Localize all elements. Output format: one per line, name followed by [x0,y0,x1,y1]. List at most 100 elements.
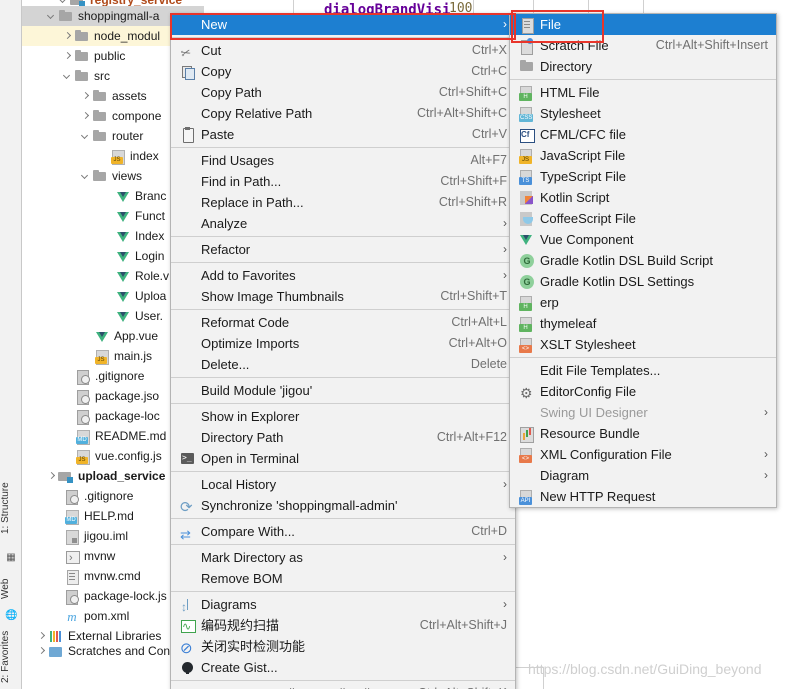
menu-item-copy-path[interactable]: Copy Path Ctrl+Shift+C [171,82,515,103]
submenu-item-label: Swing UI Designer [540,405,648,420]
submenu-item-label: Scratch File [540,38,609,53]
menu-item-optimize-imports[interactable]: Optimize Imports Ctrl+Alt+O [171,333,515,354]
submenu-item-coffeescript-file[interactable]: CoffeeScript File [510,208,776,229]
cut-icon [179,43,197,59]
config-file-icon [75,409,91,425]
tree-item-label: pom.xml [84,609,130,623]
copy-icon [179,64,197,80]
submenu-item-vue-component[interactable]: Vue Component [510,229,776,250]
menu-item-find-in-path[interactable]: Find in Path... Ctrl+Shift+F [171,171,515,192]
menu-item-refactor[interactable]: Refactor › [171,239,515,260]
folder-icon [92,109,108,124]
no-icon [179,289,197,305]
menu-separator [171,309,515,310]
menu-item-cut[interactable]: Cut Ctrl+X [171,40,515,61]
menu-item-delete[interactable]: Delete... Delete [171,354,515,375]
menu-item-code-scan[interactable]: 编码规约扫描 Ctrl+Alt+Shift+J [171,615,515,638]
tool-window-web[interactable]: Web [0,572,22,606]
menu-item-label: Build Module 'jigou' [201,383,313,398]
chevron-right-icon[interactable] [80,91,91,102]
menu-item-copy[interactable]: Copy Ctrl+C [171,61,515,82]
submenu-item-xml-configuration-file[interactable]: <> XML Configuration File › [510,444,776,465]
submenu-item-scratch-file[interactable]: Scratch File Ctrl+Alt+Shift+Insert [510,35,776,56]
chevron-right-icon[interactable] [62,51,73,62]
menu-item-label: Local History [201,477,277,492]
chevron-right-icon[interactable] [36,646,47,657]
submenu-item-editorconfig-file[interactable]: EditorConfig File [510,381,776,404]
cfml-file-icon [518,127,536,143]
tree-item-label: .gitignore [95,369,145,383]
chevron-down-icon[interactable] [46,11,57,22]
submenu-item-cfml-file[interactable]: CFML/CFC file [510,124,776,145]
submenu-item-file[interactable]: File [510,14,776,35]
submenu-item-gradle-settings[interactable]: Gradle Kotlin DSL Settings [510,271,776,292]
menu-item-replace-in-path[interactable]: Replace in Path... Ctrl+Shift+R [171,192,515,213]
no-icon [179,336,197,352]
menu-item-show-image-thumbnails[interactable]: Show Image Thumbnails Ctrl+Shift+T [171,286,515,307]
chevron-right-icon[interactable] [36,631,47,642]
menu-item-label: Remove BOM [201,571,283,586]
menu-item-directory-path[interactable]: Directory Path Ctrl+Alt+F12 [171,427,515,448]
submenu-item-thymeleaf[interactable]: H thymeleaf [510,313,776,334]
submenu-item-gradle-build-script[interactable]: Gradle Kotlin DSL Build Script [510,250,776,271]
menu-item-reformat-code[interactable]: Reformat Code Ctrl+Alt+L [171,312,515,333]
js-file-icon: JS [75,449,91,465]
menu-item-compare-with[interactable]: Compare With... Ctrl+D [171,521,515,545]
chevron-right-icon[interactable] [46,471,57,482]
chevron-down-icon[interactable] [62,71,73,82]
project-context-menu[interactable]: New › Cut Ctrl+X Copy Ctrl+C Copy Path C… [170,13,516,689]
menu-item-new[interactable]: New › [171,14,515,35]
module-folder-icon [58,469,74,484]
submenu-item-edit-file-templates[interactable]: Edit File Templates... [510,360,776,381]
submenu-item-javascript-file[interactable]: JS JavaScript File [510,145,776,166]
chevron-down-icon[interactable] [58,0,69,6]
submenu-item-resource-bundle[interactable]: Resource Bundle [510,423,776,444]
submenu-item-new-http-request[interactable]: API New HTTP Request [510,486,776,507]
menu-item-open-in-terminal[interactable]: Open in Terminal [171,448,515,469]
submenu-item-directory[interactable]: Directory [510,56,776,77]
menu-item-find-usages[interactable]: Find Usages Alt+F7 [171,150,515,171]
tree-item-label: mvnw.cmd [84,569,141,583]
menu-item-diagrams[interactable]: Diagrams › [171,594,515,618]
menu-item-create-gist[interactable]: Create Gist... [171,657,515,678]
menu-item-label: Convert Java File to Kotlin File [201,683,398,689]
menu-item-paste[interactable]: Paste Ctrl+V [171,124,515,145]
menu-item-copy-relative-path[interactable]: Copy Relative Path Ctrl+Alt+Shift+C [171,103,515,124]
menu-item-analyze[interactable]: Analyze › [171,213,515,234]
menu-item-build-module[interactable]: Build Module 'jigou' [171,380,515,401]
submenu-item-erp[interactable]: H erp [510,292,776,313]
submenu-item-diagram[interactable]: Diagram › [510,465,776,486]
chevron-down-icon[interactable] [80,131,91,142]
ide-window: 100 dialogBrandVisi e(va `每 and( ange `当… [0,0,797,689]
tree-item-label: registry_service [90,0,183,7]
menu-item-label: Mark Directory as [201,550,303,565]
menu-item-remove-bom[interactable]: Remove BOM [171,568,515,589]
chevron-right-icon: › [503,17,507,31]
new-submenu[interactable]: File Scratch File Ctrl+Alt+Shift+Insert … [509,13,777,508]
chevron-right-icon[interactable] [62,31,73,42]
menu-item-synchronize[interactable]: Synchronize 'shoppingmall-admin' [171,495,515,518]
submenu-item-typescript-file[interactable]: TS TypeScript File [510,166,776,187]
menu-item-mark-directory-as[interactable]: Mark Directory as › [171,547,515,568]
submenu-item-label: EditorConfig File [540,384,637,399]
submenu-item-html-file[interactable]: H HTML File [510,82,776,103]
watermark-text: https://blog.csdn.net/GuiDing_beyond [528,661,762,677]
chevron-down-icon[interactable] [80,171,91,182]
tree-item-label: package-lock.js [84,589,167,603]
tool-window-favorites[interactable]: 2: Favorites [0,626,22,688]
chevron-right-icon[interactable] [80,111,91,122]
tree-item-label: Funct [135,209,166,223]
tool-window-structure[interactable]: 1: Structure [0,470,22,546]
menu-item-convert-java-to-kotlin[interactable]: Convert Java File to Kotlin File Ctrl+Al… [171,683,515,689]
submenu-item-xslt-stylesheet[interactable]: <> XSLT Stylesheet [510,334,776,355]
menu-item-label: Optimize Imports [201,336,300,351]
chevron-right-icon: › [503,477,507,491]
chevron-right-icon: › [764,447,768,461]
submenu-item-stylesheet[interactable]: CSS Stylesheet [510,103,776,124]
menu-item-local-history[interactable]: Local History › [171,474,515,495]
menu-item-add-to-favorites[interactable]: Add to Favorites › [171,265,515,286]
menu-item-show-in-explorer[interactable]: Show in Explorer [171,406,515,427]
submenu-item-kotlin-script[interactable]: Kotlin Script [510,187,776,208]
tree-item-label: upload_service [78,469,166,483]
menu-item-disable-realtime-check[interactable]: 关闭实时检测功能 [171,636,515,659]
